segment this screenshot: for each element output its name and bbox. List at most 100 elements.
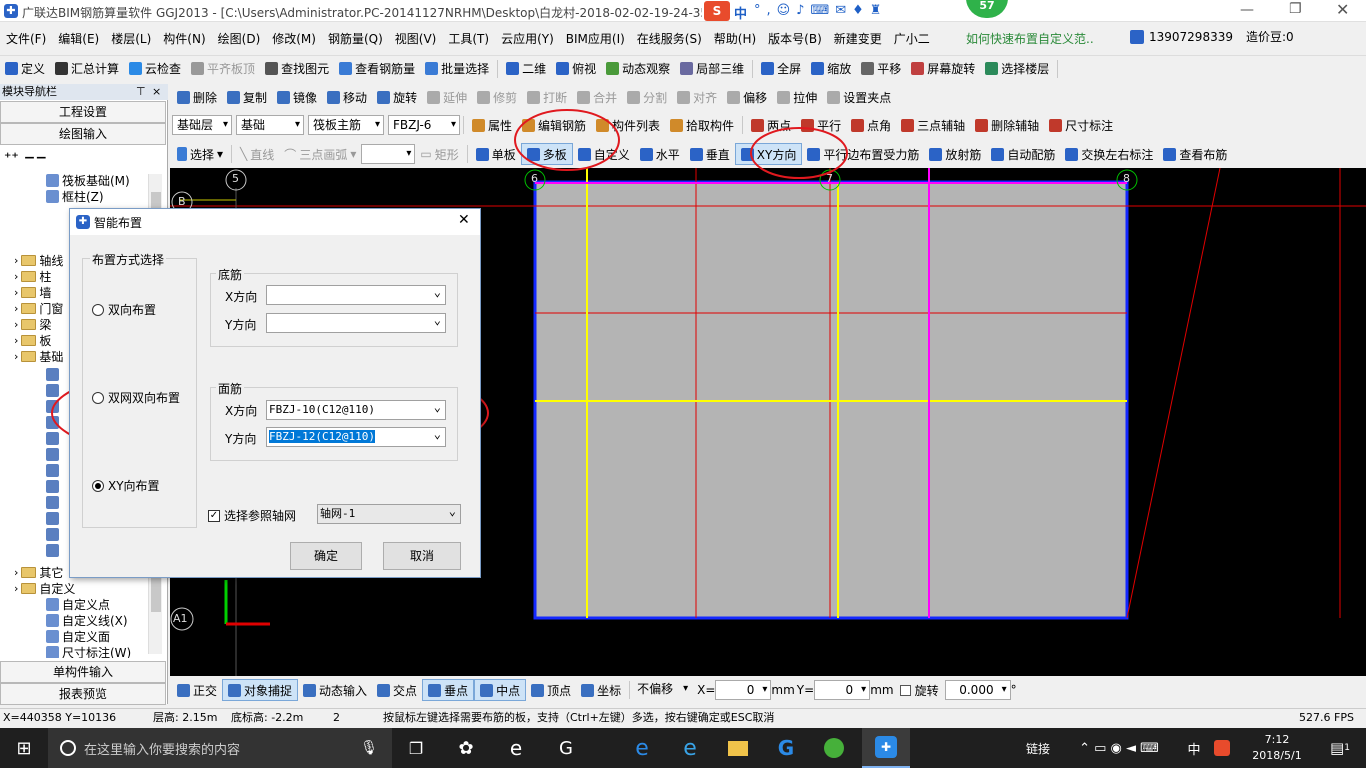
select-tool[interactable]: 选择 ▾ xyxy=(172,143,228,165)
ggj-active-icon[interactable]: ✚ xyxy=(862,728,910,768)
menu-item[interactable]: 视图(V) xyxy=(389,27,443,49)
close-button[interactable]: ✕ xyxy=(1336,0,1349,19)
toolbar1-item[interactable]: 定义 xyxy=(0,58,50,80)
toolbar3-item[interactable]: 拾取构件 xyxy=(665,114,739,136)
rebar-layout-item[interactable]: XY方向 xyxy=(734,143,803,165)
toolbar2-item[interactable]: 拉伸 xyxy=(772,86,822,108)
snap-toggle[interactable]: 对象捕捉 xyxy=(222,679,299,701)
component-icon[interactable] xyxy=(46,400,59,413)
menu-item[interactable]: 在线服务(S) xyxy=(631,27,708,49)
aux-axis-item[interactable]: 两点 xyxy=(746,114,796,136)
tree-item[interactable]: 自定义线(X) xyxy=(46,612,128,629)
arc-tool[interactable]: ⌒ 三点画弧 ▾ xyxy=(279,143,361,165)
tree-expander-icon[interactable]: › xyxy=(14,566,18,579)
notification-bubble[interactable]: 57 xyxy=(966,0,1008,18)
toolbar1-item[interactable]: 选择楼层 xyxy=(980,58,1054,80)
component-icon[interactable] xyxy=(46,464,59,477)
help-prompt[interactable]: 如何快速布置自定义范.. xyxy=(966,30,1094,47)
menu-item[interactable]: BIM应用(I) xyxy=(560,27,631,49)
toolbar3-item[interactable]: 属性 xyxy=(467,114,517,136)
taskbar-app-icon[interactable]: e xyxy=(496,728,536,768)
toolbar1-item[interactable]: 批量选择 xyxy=(420,58,494,80)
toolbar1-item[interactable]: 平移 xyxy=(856,58,906,80)
rebar-layout-item[interactable]: 放射筋 xyxy=(924,143,986,165)
component-icon[interactable] xyxy=(46,448,59,461)
rotate-input[interactable]: 0.000 xyxy=(944,680,1011,700)
toolbar2-item[interactable]: 分割 xyxy=(622,86,672,108)
taskbar-app-icon[interactable]: ✿ xyxy=(446,728,486,768)
toolbar2-item[interactable]: 打断 xyxy=(522,86,572,108)
ime-lang-indicator[interactable]: 中 xyxy=(734,3,747,21)
tree-expander-icon[interactable]: › xyxy=(14,334,18,347)
ref-axis-combo[interactable]: 轴网-1 xyxy=(317,502,461,524)
cancel-button[interactable]: 取消 xyxy=(383,542,461,570)
tree-expander-icon[interactable]: › xyxy=(14,270,18,283)
offset-select[interactable]: 不偏移 xyxy=(633,680,691,700)
toolbar1-item[interactable]: 查找图元 xyxy=(260,58,334,80)
tree-item[interactable]: 框柱(Z) xyxy=(46,188,104,205)
menu-item[interactable]: 绘图(D) xyxy=(212,27,267,49)
sogou-ime-icon[interactable]: S xyxy=(704,1,730,21)
toolbar2-item[interactable]: 复制 xyxy=(222,86,272,108)
tree-item[interactable]: 自定义面 xyxy=(46,628,110,645)
tray-sogou-icon[interactable] xyxy=(1210,728,1234,768)
rebar-layout-item[interactable]: 查看布筋 xyxy=(1158,143,1232,165)
ok-button[interactable]: 确定 xyxy=(290,542,362,570)
ref-axis-checkbox[interactable]: ✓ 选择参照轴网 xyxy=(208,507,296,524)
browser-icon[interactable] xyxy=(812,728,856,768)
toolbar2-item[interactable]: 删除 xyxy=(172,86,222,108)
toolbar1-item[interactable]: 局部三维 xyxy=(675,58,749,80)
tree-item[interactable]: › 梁 xyxy=(14,316,51,333)
component-icon[interactable] xyxy=(46,416,59,429)
menu-item[interactable]: 钢筋量(Q) xyxy=(322,27,389,49)
ie-icon[interactable]: e xyxy=(668,728,712,768)
menu-item[interactable]: 文件(F) xyxy=(0,27,52,49)
rebar-layout-item[interactable]: 水平 xyxy=(635,143,685,165)
tree-item[interactable]: › 门窗 xyxy=(14,300,63,317)
radio-two-way[interactable]: 双向布置 xyxy=(92,301,156,318)
line-tool[interactable]: ╲ 直线 xyxy=(235,143,279,165)
report-preview-button[interactable]: 报表预览 xyxy=(0,683,166,705)
toolbar1-item[interactable]: 查看钢筋量 xyxy=(334,58,420,80)
tree-expander-icon[interactable]: › xyxy=(14,254,18,267)
aux-axis-item[interactable]: 三点辅轴 xyxy=(896,114,970,136)
task-view-icon[interactable]: ❐ xyxy=(396,728,436,768)
component-icon[interactable] xyxy=(46,512,59,525)
radio-xy[interactable]: XY向布置 xyxy=(92,477,160,494)
rotate-checkbox[interactable] xyxy=(899,684,911,696)
menu-item[interactable]: 版本号(B) xyxy=(762,27,828,49)
toolbar1-item[interactable]: 云检查 xyxy=(124,58,186,80)
tree-item[interactable]: › 基础 xyxy=(14,348,63,365)
menu-item[interactable]: 云应用(Y) xyxy=(495,27,560,49)
top-x-combo[interactable]: FBZJ-10(C12@110) xyxy=(266,398,446,420)
tree-expander-icon[interactable]: › xyxy=(14,318,18,331)
minimize-button[interactable]: — xyxy=(1240,2,1254,18)
dialog-close-icon[interactable]: ✕ xyxy=(458,212,470,228)
component-icon[interactable] xyxy=(46,544,59,557)
toolbar1-item[interactable]: 汇总计算 xyxy=(50,58,124,80)
snap-toggle[interactable]: 正交 xyxy=(172,679,222,701)
explorer-icon[interactable] xyxy=(716,728,760,768)
menu-item[interactable]: 新建变更 xyxy=(828,27,888,49)
bottom-x-combo[interactable] xyxy=(266,283,446,305)
menu-item[interactable]: 编辑(E) xyxy=(52,27,105,49)
rebar-layout-item[interactable]: 自定义 xyxy=(573,143,635,165)
snap-toggle[interactable]: 中点 xyxy=(474,679,527,701)
mic-icon[interactable]: 🎙 xyxy=(360,740,378,756)
rebar-layout-item[interactable]: 多板 xyxy=(520,143,573,165)
nav-close-icon[interactable]: × xyxy=(152,84,161,100)
tree-item[interactable]: › 板 xyxy=(14,332,51,349)
snap-toggle[interactable]: 动态输入 xyxy=(298,679,372,701)
rebar-layout-item[interactable]: 交换左右标注 xyxy=(1060,143,1158,165)
menu-item[interactable]: 工具(T) xyxy=(442,27,495,49)
toolbar1-item[interactable]: 俯视 xyxy=(551,58,601,80)
y-coord-input[interactable]: 0 xyxy=(814,680,871,700)
component-icon[interactable] xyxy=(46,432,59,445)
toolbar2-item[interactable]: 延伸 xyxy=(422,86,472,108)
toolbar2-item[interactable]: 镜像 xyxy=(272,86,322,108)
tree-expander-icon[interactable]: › xyxy=(14,286,18,299)
single-input-button[interactable]: 单构件输入 xyxy=(0,661,166,683)
draw-style-select[interactable] xyxy=(361,144,416,164)
tree-item[interactable]: 尺寸标注(W) xyxy=(46,644,131,658)
snap-toggle[interactable]: 垂点 xyxy=(422,679,475,701)
